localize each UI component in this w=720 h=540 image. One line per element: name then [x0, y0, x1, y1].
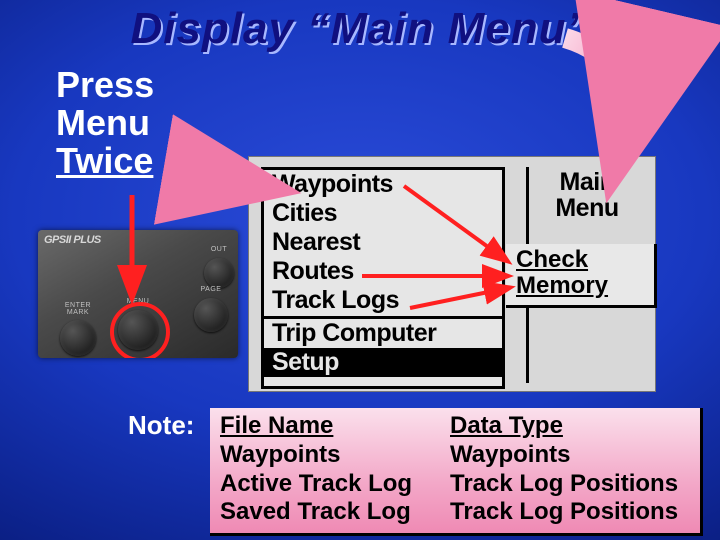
note-label: Note:: [128, 410, 194, 441]
note-header-row: File Name Data Type: [220, 412, 690, 441]
note-row: Saved Track Log Track Log Positions: [220, 498, 690, 527]
press-line3: Twice: [56, 142, 154, 180]
note-table: File Name Data Type Waypoints Waypoints …: [210, 408, 703, 536]
device-button-enter: ENTER MARK: [60, 320, 96, 356]
gps-item-setup: Setup: [264, 348, 502, 377]
device-button-out: OUT: [204, 258, 234, 288]
gps-right-title: Main Menu: [529, 167, 645, 222]
gps-item-cities: Cities: [264, 199, 502, 228]
press-line1: Press: [56, 66, 154, 104]
gps-item-tracklogs: Track Logs: [264, 286, 502, 315]
gps-item-nearest: Nearest: [264, 228, 502, 257]
press-line2: Menu: [56, 104, 154, 142]
device-logo: GPSII PLUS: [44, 234, 101, 246]
device-photo: GPSII PLUS OUT PAGE MENU ENTER MARK: [38, 230, 238, 358]
slide-title: Display “Main Menu”: [0, 4, 720, 54]
arrow-curved-title: [565, 38, 624, 145]
slide: Display “Main Menu” Press Menu Twice GPS…: [0, 0, 720, 540]
note-row: Waypoints Waypoints: [220, 441, 690, 470]
press-menu-twice: Press Menu Twice: [56, 66, 154, 179]
menu-highlight-circle: [110, 302, 170, 358]
check-memory-label: Check Memory: [506, 244, 657, 308]
note-header-datatype: Data Type: [450, 412, 563, 441]
note-header-filename: File Name: [220, 412, 450, 441]
arrow-twice-to-list: [170, 170, 260, 186]
gps-menu-list: Waypoints Cities Nearest Routes Track Lo…: [261, 167, 505, 389]
gps-item-waypoints: Waypoints: [264, 170, 502, 199]
note-row: Active Track Log Track Log Positions: [220, 470, 690, 499]
gps-item-routes: Routes: [264, 257, 502, 286]
device-button-page: PAGE: [194, 298, 228, 332]
gps-item-tripcomputer: Trip Computer: [264, 319, 502, 348]
